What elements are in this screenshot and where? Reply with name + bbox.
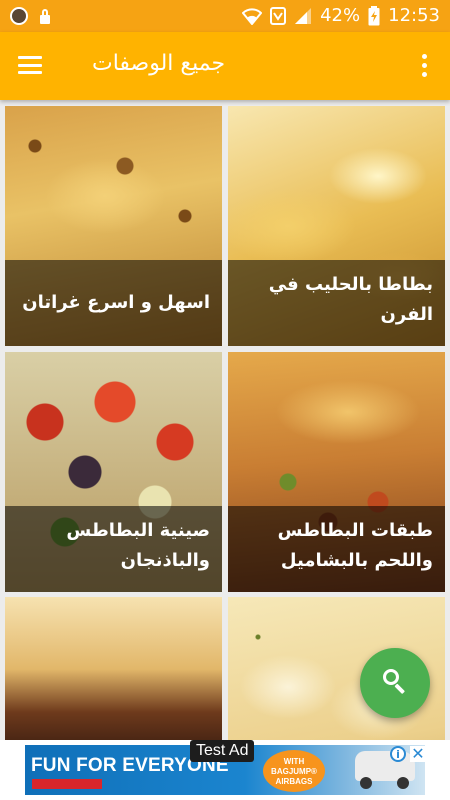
- ad-bubble: WITH BAGJUMP® AIRBAGS: [263, 750, 325, 792]
- more-vert-icon[interactable]: [422, 54, 428, 78]
- recipe-title: اسهل و اسرع غراتان: [5, 260, 222, 346]
- ad-brand-logo: [32, 779, 102, 789]
- ad-choices-icon[interactable]: i: [390, 746, 406, 762]
- recipe-card[interactable]: طبقات البطاطس واللحم بالبشاميل: [228, 352, 445, 592]
- app-badge-icon: [10, 7, 28, 25]
- status-bar: 42% 12:53: [0, 0, 450, 32]
- wifi-icon: [242, 7, 263, 25]
- recipe-card[interactable]: بطاطا بالحليب في الفرن: [228, 106, 445, 346]
- data-saver-icon: [270, 6, 287, 25]
- app-bar: جميع الوصفات: [0, 32, 450, 100]
- ad-label: Test Ad: [190, 740, 255, 762]
- search-fab-button[interactable]: [360, 648, 430, 718]
- recipe-title: صينية البطاطس والباذنجان: [5, 506, 222, 592]
- recipe-title: بطاطا بالحليب في الفرن: [228, 260, 445, 346]
- page-title: جميع الوصفات: [92, 51, 226, 76]
- lock-icon: [40, 8, 50, 24]
- recipe-photo: [5, 597, 222, 740]
- recipe-grid: بطاطا بالحليب في الفرن اسهل و اسرع غراتا…: [0, 100, 450, 740]
- close-icon[interactable]: ✕: [410, 746, 426, 762]
- recipe-title: طبقات البطاطس واللحم بالبشاميل: [228, 506, 445, 592]
- signal-icon: [295, 7, 312, 24]
- status-time: 12:53: [388, 5, 440, 26]
- battery-charging-icon: [368, 5, 380, 25]
- hamburger-menu-icon[interactable]: [18, 56, 42, 74]
- recipe-card[interactable]: اسهل و اسرع غراتان: [5, 106, 222, 346]
- recipe-card[interactable]: [5, 597, 222, 740]
- battery-percent: 42%: [320, 5, 361, 26]
- recipe-card[interactable]: صينية البطاطس والباذنجان: [5, 352, 222, 592]
